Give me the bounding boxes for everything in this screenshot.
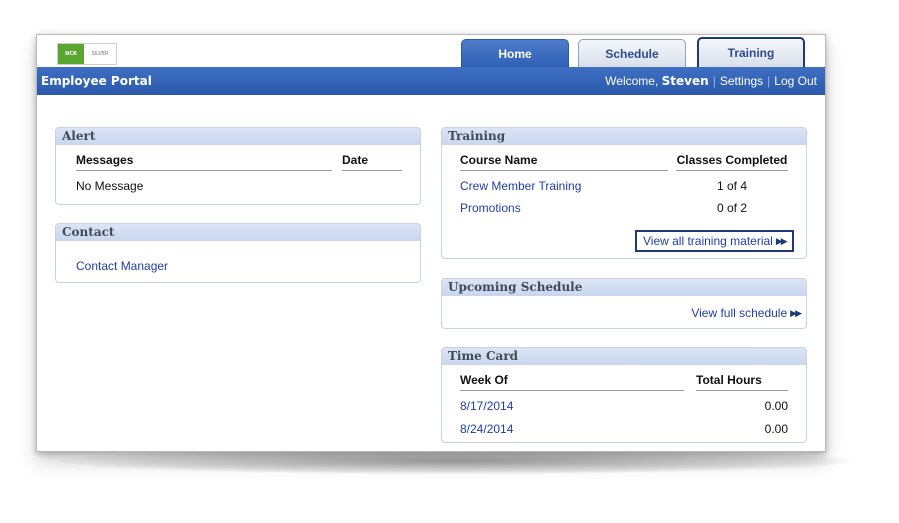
time-card-panel: Time Card Week Of Total Hours 8/17/2014 …: [441, 347, 807, 443]
alert-panel-title: Alert: [56, 128, 420, 145]
tab-training[interactable]: Training: [697, 37, 805, 67]
top-navbar: Employee Portal Welcome, Steven | Settin…: [37, 67, 825, 95]
contact-panel: Contact Contact Manager: [55, 223, 421, 283]
separator: |: [712, 74, 716, 88]
view-all-training-label: View all training material: [643, 234, 773, 248]
no-message-text: No Message: [76, 179, 144, 193]
page-title: Employee Portal: [41, 74, 152, 88]
training-panel: Training Course Name Classes Completed C…: [441, 127, 807, 259]
course-completed: 0 of 2: [716, 201, 748, 215]
welcome-text: Welcome,: [605, 74, 659, 88]
contact-panel-title: Contact: [56, 224, 420, 241]
course-link[interactable]: Crew Member Training: [460, 179, 581, 193]
separator: |: [767, 74, 771, 88]
alert-panel: Alert Messages Date No Message: [55, 127, 421, 205]
contact-manager-link[interactable]: Contact Manager: [76, 259, 168, 273]
tab-schedule[interactable]: Schedule: [578, 39, 686, 67]
tab-home[interactable]: Home: [461, 39, 569, 67]
silver-tier-label: SILVER: [91, 51, 109, 57]
logout-link[interactable]: Log Out: [774, 74, 817, 88]
messages-column-header: Messages: [76, 153, 332, 171]
classes-completed-column-header: Classes Completed: [676, 153, 788, 171]
time-card-title: Time Card: [442, 348, 806, 365]
date-column-header: Date: [342, 153, 402, 171]
week-of-column-header: Week Of: [460, 373, 684, 391]
ncr-logo-mark: NCR: [58, 44, 84, 64]
user-menu: Welcome, Steven | Settings | Log Out: [605, 74, 817, 88]
view-all-training-button[interactable]: View all training material ▶▶: [635, 230, 794, 252]
week-link[interactable]: 8/17/2014: [460, 399, 513, 413]
fast-forward-icon: ▶▶: [775, 235, 788, 246]
settings-link[interactable]: Settings: [720, 74, 763, 88]
course-completed: 1 of 4: [716, 179, 748, 193]
user-name: Steven: [661, 74, 709, 88]
upcoming-schedule-panel: Upcoming Schedule View full schedule ▶▶: [441, 278, 807, 329]
week-link[interactable]: 8/24/2014: [460, 422, 513, 436]
brand-logo: NCR SILVER: [57, 43, 117, 65]
course-name-column-header: Course Name: [460, 153, 668, 171]
total-hours-value: 0.00: [764, 399, 788, 413]
training-panel-title: Training: [442, 128, 806, 145]
app-window: NCR SILVER Home Schedule Training Employ…: [36, 34, 826, 452]
course-link[interactable]: Promotions: [460, 201, 521, 215]
total-hours-column-header: Total Hours: [696, 373, 788, 391]
view-full-schedule-label: View full schedule: [691, 306, 788, 320]
fast-forward-icon: ▶▶: [790, 307, 802, 318]
upcoming-schedule-title: Upcoming Schedule: [442, 279, 806, 296]
view-full-schedule-link[interactable]: View full schedule ▶▶: [691, 306, 802, 320]
total-hours-value: 0.00: [764, 422, 788, 436]
